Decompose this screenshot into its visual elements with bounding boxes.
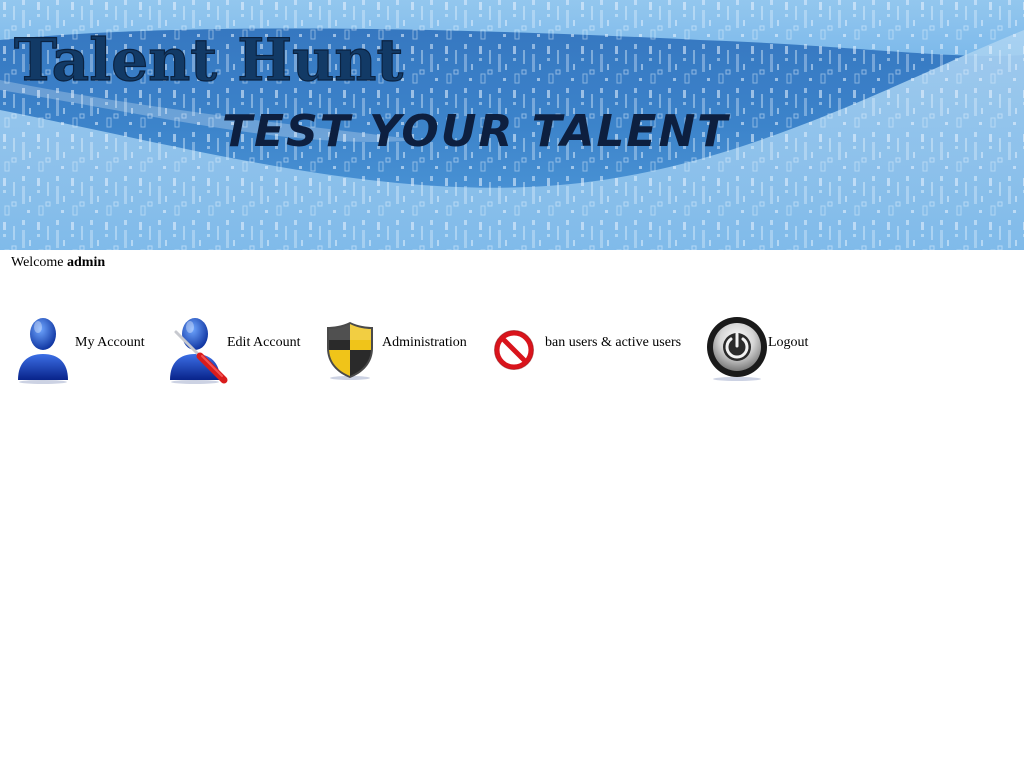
shield-icon[interactable] — [324, 320, 376, 380]
user-edit-icon[interactable] — [166, 314, 230, 384]
main-nav: My Account Edit Account Administration b… — [0, 314, 1024, 386]
nav-administration-label[interactable]: Administration — [382, 335, 467, 351]
power-icon[interactable] — [705, 316, 769, 382]
nav-ban-users[interactable]: ban users & active users — [494, 314, 694, 386]
nav-edit-account-label[interactable]: Edit Account — [227, 335, 301, 351]
tagline-text: TEST YOUR TALENT — [222, 106, 730, 157]
nav-my-account-label[interactable]: My Account — [75, 335, 145, 351]
user-icon[interactable] — [14, 314, 72, 384]
header-banner: Talent Hunt TEST YOUR TALENT — [0, 0, 1024, 250]
nav-ban-users-label[interactable]: ban users & active users — [545, 335, 681, 351]
nav-my-account[interactable]: My Account — [14, 314, 154, 386]
nav-logout-label[interactable]: Logout — [768, 335, 808, 351]
welcome-message: Welcome admin — [11, 255, 105, 271]
nav-edit-account[interactable]: Edit Account — [166, 314, 311, 386]
nav-administration[interactable]: Administration — [324, 314, 474, 386]
welcome-greeting: Welcome — [11, 255, 64, 270]
nav-logout[interactable]: Logout — [705, 314, 815, 386]
welcome-username: admin — [67, 255, 106, 270]
logo-text: Talent Hunt — [14, 26, 403, 94]
banner-text-layer: Talent Hunt TEST YOUR TALENT — [13, 25, 730, 157]
ban-icon[interactable] — [494, 330, 534, 370]
